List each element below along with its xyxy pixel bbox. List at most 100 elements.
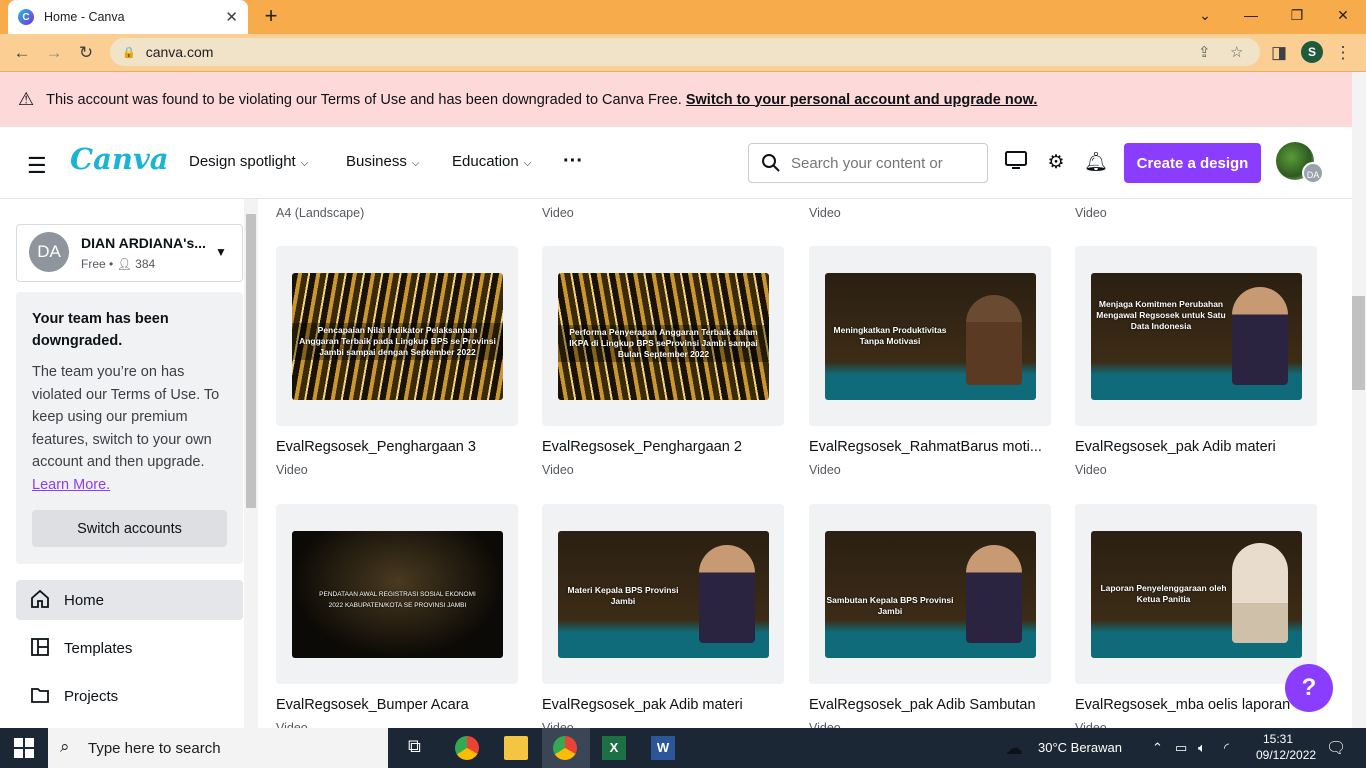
sidebar-item-home[interactable]: Home — [16, 580, 243, 620]
desktop-app-icon[interactable] — [1003, 150, 1029, 176]
profile-avatar[interactable]: S — [1301, 41, 1323, 63]
nav-label: Business — [346, 153, 407, 170]
downgrade-title: Your team has been downgraded. — [32, 311, 169, 349]
new-tab-icon[interactable]: + — [260, 5, 282, 27]
design-thumbnail[interactable]: Pencapaian Nilai Indikator Pelaksanaan A… — [292, 273, 503, 400]
minimize-icon[interactable]: — — [1228, 0, 1274, 30]
settings-gear-icon[interactable]: ⚙ — [1043, 150, 1069, 176]
design-title[interactable]: EvalRegsosek_pak Adib materi — [542, 697, 784, 713]
canva-logo[interactable]: Canva — [70, 142, 169, 176]
excel-icon[interactable]: X — [602, 736, 626, 760]
search-icon: ⌕ — [60, 737, 70, 756]
sidebar-item-label: Projects — [64, 687, 119, 705]
search-input[interactable] — [791, 154, 981, 172]
design-thumbnail[interactable]: PENDATAAN AWAL REGISTRASI SOSIAL EKONOMI… — [292, 531, 503, 658]
nav-education[interactable]: Education ⌵ — [452, 153, 531, 170]
more-icon[interactable]: ··· — [563, 150, 583, 173]
sidebar-item-templates[interactable]: Templates — [16, 628, 243, 668]
design-title[interactable]: EvalRegsosek_Penghargaan 2 — [542, 439, 784, 455]
notifications-bell-icon[interactable]: 🔔︎ — [1083, 150, 1109, 176]
task-view-icon[interactable]: ⧉ — [408, 736, 432, 760]
thumbnail-text: Performa Penyerapan Anggaran Terbaik dal… — [558, 325, 769, 362]
weather-cloud-icon[interactable]: ☁ — [1005, 738, 1023, 759]
thumbnail-text: Sambutan Kepala BPS Provinsi Jambi — [826, 595, 954, 616]
create-design-button[interactable]: Create a design — [1124, 143, 1261, 183]
chevron-down-icon[interactable]: ▼ — [215, 245, 227, 259]
design-thumbnail[interactable]: Materi Kepala BPS Provinsi Jambi — [558, 531, 769, 658]
lock-icon: 🔒 — [122, 46, 136, 59]
restore-icon[interactable]: ❐ — [1274, 0, 1320, 30]
learn-more-link[interactable]: Learn More. — [32, 477, 110, 493]
main-scrollbar[interactable] — [1352, 72, 1366, 728]
nav-business[interactable]: Business ⌵ — [346, 153, 419, 170]
design-type: Video — [1075, 721, 1107, 728]
weather-text[interactable]: 30°C Berawan — [1038, 740, 1122, 755]
team-meta: Free • 👤︎ 384 — [81, 257, 156, 271]
bookmark-star-icon[interactable]: ☆ — [1230, 43, 1243, 61]
sidebar-scrollbar-thumb[interactable] — [246, 214, 256, 508]
word-icon[interactable]: W — [651, 736, 675, 760]
hamburger-menu-icon[interactable]: ☰ — [27, 153, 47, 179]
switch-accounts-button[interactable]: Switch accounts — [32, 510, 227, 547]
menu-kebab-icon[interactable]: ⋮ — [1330, 40, 1356, 66]
thumbnail-text: Materi Kepala BPS Provinsi Jambi — [567, 585, 679, 606]
violation-banner: ⚠ This account was found to be violating… — [0, 72, 1366, 127]
design-thumbnail[interactable]: Meningkatkan Produktivitas Tanpa Motivas… — [825, 273, 1036, 400]
design-title[interactable]: EvalRegsosek_mba oelis laporan — [1075, 697, 1317, 713]
chrome-icon[interactable] — [455, 736, 479, 760]
nav-label: Design spotlight — [189, 153, 296, 170]
volume-icon[interactable]: 🔈︎ — [1198, 740, 1206, 756]
design-title[interactable]: EvalRegsosek_Penghargaan 3 — [276, 439, 518, 455]
design-type: Video — [276, 463, 308, 477]
file-explorer-icon[interactable] — [504, 736, 528, 760]
clock-date: 09/12/2022 — [1256, 748, 1317, 762]
windows-start-icon[interactable] — [14, 738, 34, 763]
battery-icon[interactable]: ▭ — [1175, 740, 1187, 756]
share-icon[interactable]: ⇪ — [1198, 43, 1211, 61]
design-title[interactable]: EvalRegsosek_pak Adib Sambutan — [809, 697, 1051, 713]
team-name: DIAN ARDIANA's... — [81, 235, 206, 251]
presenter-photo — [966, 545, 1022, 643]
upgrade-link[interactable]: Switch to your personal account and upgr… — [686, 92, 1038, 108]
prev-card-type: Video — [809, 206, 841, 220]
tab-search-icon[interactable]: ⌄ — [1182, 0, 1228, 30]
design-title[interactable]: EvalRegsosek_pak Adib materi — [1075, 439, 1317, 455]
sidebar-item-label: Templates — [64, 639, 133, 657]
search-icon — [762, 154, 780, 172]
address-bar[interactable]: 🔒 canva.com ⇪ ☆ — [110, 38, 1260, 66]
design-thumbnail[interactable]: Performa Penyerapan Anggaran Terbaik dal… — [558, 273, 769, 400]
design-thumbnail[interactable]: Menjaga Komitmen Perubahan Mengawal Regs… — [1091, 273, 1302, 400]
sidebar-item-projects[interactable]: Projects — [16, 676, 243, 716]
chrome-profile-icon[interactable] — [553, 736, 577, 760]
tray-chevron-icon[interactable]: ⌃ — [1152, 740, 1163, 756]
team-plan: Free — [81, 257, 106, 271]
taskbar-search[interactable]: ⌕ Type here to search — [48, 728, 388, 768]
templates-icon — [31, 638, 49, 656]
design-thumbnail[interactable]: Laporan Penyelenggaraan oleh Ketua Panit… — [1091, 531, 1302, 658]
downgrade-body: The team you’re on has violated our Term… — [32, 361, 227, 496]
browser-tab[interactable]: C Home - Canva ✕ — [8, 0, 248, 34]
notification-center-icon[interactable]: 🗨︎ — [1326, 738, 1346, 758]
help-button[interactable]: ? — [1285, 664, 1333, 712]
nav-design-spotlight[interactable]: Design spotlight ⌵ — [189, 153, 308, 170]
design-type: Video — [542, 721, 574, 728]
clock[interactable]: 15:31 09/12/2022 — [1256, 731, 1317, 763]
design-thumbnail[interactable]: Sambutan Kepala BPS Provinsi Jambi — [825, 531, 1036, 658]
search-box[interactable] — [748, 143, 988, 183]
side-panel-icon[interactable]: ◨ — [1266, 40, 1292, 66]
main-scrollbar-thumb[interactable] — [1352, 296, 1365, 390]
wifi-icon[interactable]: ◜ — [1224, 740, 1229, 756]
team-avatar: DA — [29, 232, 69, 272]
forward-icon[interactable]: → — [41, 40, 67, 66]
design-title[interactable]: EvalRegsosek_Bumper Acara — [276, 697, 518, 713]
thumbnail-text: Laporan Penyelenggaraan oleh Ketua Panit… — [1100, 583, 1227, 604]
chevron-down-icon: ⌵ — [411, 158, 420, 169]
chevron-down-icon: ⌵ — [523, 158, 532, 169]
sidebar-item-label: Home — [64, 591, 105, 609]
close-window-icon[interactable]: ✕ — [1320, 0, 1366, 30]
close-tab-icon[interactable]: ✕ — [225, 8, 238, 26]
clock-time: 15:31 — [1262, 732, 1294, 746]
back-icon[interactable]: ← — [9, 40, 35, 66]
reload-icon[interactable]: ↻ — [73, 40, 99, 66]
design-title[interactable]: EvalRegsosek_RahmatBarus moti... — [809, 439, 1051, 455]
